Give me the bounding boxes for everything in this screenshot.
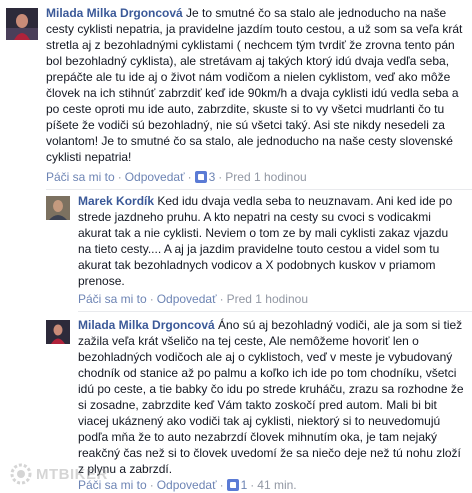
mtbiker-watermark: MTBIKER (6, 458, 116, 490)
comment-author[interactable]: Marek Kordík (78, 194, 154, 208)
comment-body: Áno sú aj bezohladný vodiči, ale ja som … (78, 318, 464, 476)
comment-text: Milada Milka Drgoncová Áno sú aj bezohla… (78, 317, 464, 477)
comment-time[interactable]: 41 min. (257, 478, 296, 492)
divider (46, 189, 472, 190)
reply-link[interactable]: Odpovedať (157, 292, 217, 306)
comment-body: Ked idu dvaja vedla seba to neuznavam. A… (78, 194, 453, 288)
comment-body: Je to smutné čo sa stalo ale jednoducho … (46, 6, 463, 164)
comment-actions: Páči sa mi to · Odpovedať · Pred 1 hodinou (78, 292, 308, 306)
comment-actions: Páči sa mi to · Odpovedať · 3 · Pred 1 hodinou (46, 170, 307, 184)
like-icon (226, 479, 239, 491)
comment-time[interactable]: Pred 1 hodinou (227, 292, 308, 306)
comment-author[interactable]: Milada Milka Drgoncová (78, 318, 215, 332)
avatar[interactable] (6, 8, 38, 40)
avatar[interactable] (46, 196, 70, 220)
comment-author[interactable]: Milada Milka Drgoncová (46, 6, 183, 20)
like-link[interactable]: Páči sa mi to (46, 170, 115, 184)
comment-time[interactable]: Pred 1 hodinou (225, 170, 306, 184)
divider (78, 311, 472, 312)
reply-link[interactable]: Odpovedať (125, 170, 185, 184)
comment-text: Marek Kordík Ked idu dvaja vedla seba to… (78, 193, 460, 289)
reply-link[interactable]: Odpovedať (157, 478, 217, 492)
like-icon (194, 171, 207, 183)
gear-icon (10, 463, 32, 485)
avatar-photo (46, 196, 70, 220)
like-link[interactable]: Páči sa mi to (78, 292, 147, 306)
avatar-photo (6, 8, 38, 40)
avatar[interactable] (46, 320, 70, 344)
avatar-photo (46, 320, 70, 344)
comment-text: Milada Milka Drgoncová Je to smutné čo s… (46, 5, 466, 165)
watermark-text: MTBIKER (36, 466, 108, 483)
